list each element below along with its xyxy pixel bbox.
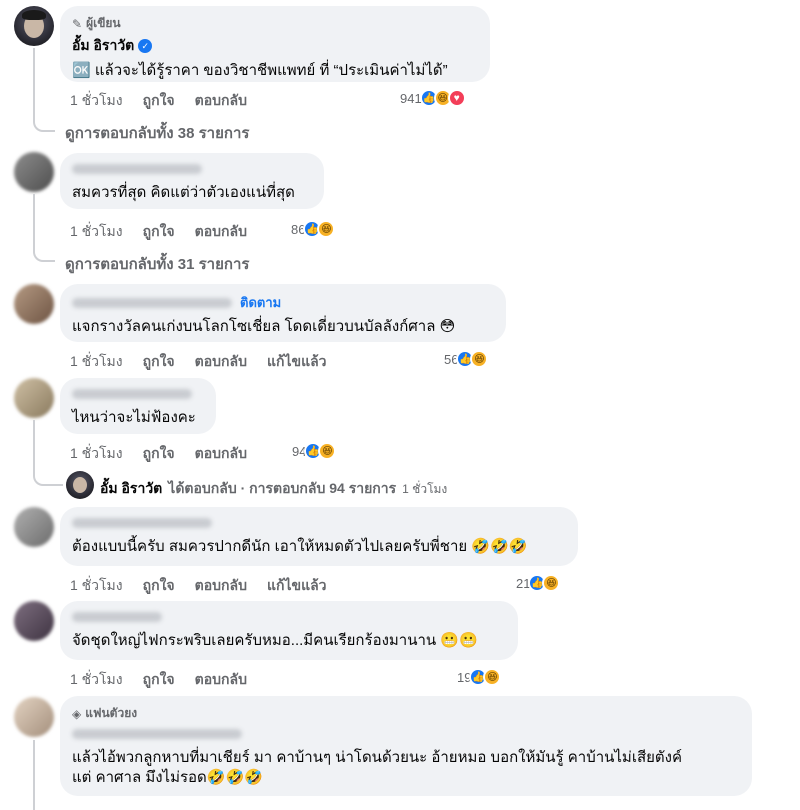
reply-button[interactable]: ตอบกลับ bbox=[195, 351, 247, 373]
avatar[interactable] bbox=[14, 284, 54, 324]
comment-bubble: ✎ ผู้เขียน อั้ม อิราวัต ✓ 🆗 แล้วจะได้รู้… bbox=[60, 6, 490, 82]
love-reaction-icon: ♥ bbox=[447, 89, 466, 107]
comment-actions: 1 ชั่วโมง ถูกใจ ตอบกลับ แก้ไขแล้ว bbox=[70, 575, 327, 597]
timestamp[interactable]: 1 ชั่วโมง bbox=[70, 221, 123, 243]
reaction-summary[interactable]: 19 👍 😆 bbox=[457, 668, 502, 686]
comment-text-line-2: แต่ คาศาล มึงไม่รอด🤣🤣🤣 bbox=[72, 769, 263, 786]
like-button[interactable]: ถูกใจ bbox=[143, 351, 175, 373]
top-fan-badge: ◈ แฟนตัวยง bbox=[72, 706, 138, 721]
reaction-summary[interactable]: 941 👍 😆 ♥ bbox=[400, 89, 466, 107]
diamond-icon: ◈ bbox=[72, 706, 82, 721]
like-button[interactable]: ถูกใจ bbox=[143, 443, 175, 465]
haha-reaction-icon: 😆 bbox=[483, 668, 502, 686]
comment-actions: 1 ชั่วโมง ถูกใจ ตอบกลับ แก้ไขแล้ว bbox=[70, 351, 327, 373]
view-replies-link[interactable]: ดูการตอบกลับทั้ง 31 รายการ bbox=[65, 252, 249, 276]
reaction-summary[interactable]: 94 👍 😆 bbox=[292, 442, 337, 460]
like-button[interactable]: ถูกใจ bbox=[143, 575, 175, 597]
reaction-summary[interactable]: 86 👍 😆 bbox=[291, 220, 336, 238]
comment-actions: 1 ชั่วโมง ถูกใจ ตอบกลับ bbox=[70, 221, 247, 243]
avatar[interactable] bbox=[14, 697, 54, 737]
reply-author-name[interactable]: อั้ม อิราวัต bbox=[100, 478, 162, 500]
author-name[interactable]: อั้ม อิราวัต bbox=[72, 35, 134, 57]
reaction-summary[interactable]: 21 👍 😆 bbox=[516, 574, 561, 592]
reply-button[interactable]: ตอบกลับ bbox=[195, 90, 247, 112]
edited-label: แก้ไขแล้ว bbox=[266, 577, 327, 593]
comment-bubble: ติดตาม แจกรางวัลคนเก่งบนโลกโซเชี่ยล โดดเ… bbox=[60, 284, 506, 342]
reply-author-avatar[interactable] bbox=[66, 471, 94, 499]
reply-button[interactable]: ตอบกลับ bbox=[195, 575, 247, 597]
like-button[interactable]: ถูกใจ bbox=[143, 90, 175, 112]
comment-bubble: จัดชุดใหญ่ไฟกระพริบเลยครับหมอ...มีคนเรีย… bbox=[60, 601, 518, 660]
author-name-blurred bbox=[72, 297, 232, 308]
comment-bubble: ไหนว่าจะไม่ฟ้องคะ bbox=[60, 378, 216, 434]
author-name-blurred bbox=[72, 612, 162, 622]
comment-text: ต้องแบบนี้ครับ สมควรปากดีนัก เอาให้หมดตั… bbox=[72, 538, 528, 555]
comment-actions: 1 ชั่วโมง ถูกใจ ตอบกลับ bbox=[70, 443, 247, 465]
author-name-blurred bbox=[72, 389, 192, 399]
thread-line bbox=[33, 48, 55, 132]
reply-button[interactable]: ตอบกลับ bbox=[195, 443, 247, 465]
comment-text: ไหนว่าจะไม่ฟ้องคะ bbox=[72, 409, 196, 426]
reply-summary-text: ได้ตอบกลับ · การตอบกลับ 94 รายการ bbox=[168, 480, 397, 496]
thread-line bbox=[33, 194, 55, 262]
reaction-summary[interactable]: 56 👍 😆 bbox=[444, 350, 489, 368]
like-button[interactable]: ถูกใจ bbox=[143, 221, 175, 243]
view-replies-link[interactable]: ดูการตอบกลับทั้ง 38 รายการ bbox=[65, 121, 249, 145]
comment-text: จัดชุดใหญ่ไฟกระพริบเลยครับหมอ...มีคนเรีย… bbox=[72, 632, 478, 649]
reply-summary-time: 1 ชั่วโมง bbox=[402, 481, 448, 496]
haha-reaction-icon: 😆 bbox=[542, 574, 561, 592]
avatar[interactable] bbox=[14, 152, 54, 192]
timestamp[interactable]: 1 ชั่วโมง bbox=[70, 90, 123, 112]
timestamp[interactable]: 1 ชั่วโมง bbox=[70, 669, 123, 691]
verified-icon: ✓ bbox=[138, 39, 153, 53]
timestamp[interactable]: 1 ชั่วโมง bbox=[70, 575, 123, 597]
follow-button[interactable]: ติดตาม bbox=[240, 292, 281, 313]
thread-line bbox=[33, 420, 63, 486]
haha-reaction-icon: 😆 bbox=[318, 442, 337, 460]
timestamp[interactable]: 1 ชั่วโมง bbox=[70, 351, 123, 373]
author-badge: ✎ ผู้เขียน bbox=[72, 16, 121, 31]
thread-line bbox=[33, 740, 35, 810]
author-name-blurred bbox=[72, 164, 202, 174]
comment-actions: 1 ชั่วโมง ถูกใจ ตอบกลับ bbox=[70, 669, 247, 691]
comment-bubble: ต้องแบบนี้ครับ สมควรปากดีนัก เอาให้หมดตั… bbox=[60, 507, 578, 566]
like-button[interactable]: ถูกใจ bbox=[143, 669, 175, 691]
comment-actions: 1 ชั่วโมง ถูกใจ ตอบกลับ bbox=[70, 90, 247, 112]
timestamp[interactable]: 1 ชั่วโมง bbox=[70, 443, 123, 465]
comment-bubble: ◈ แฟนตัวยง แล้วไอ้พวกลูกหาบที่มาเชียร์ ม… bbox=[60, 696, 752, 796]
comment-text: แจกรางวัลคนเก่งบนโลกโซเชี่ยล โดดเดี่ยวบน… bbox=[72, 318, 456, 335]
comment-bubble: สมควรที่สุด คิดแต่ว่าตัวเองแน่ที่สุด bbox=[60, 153, 324, 209]
avatar[interactable] bbox=[14, 6, 54, 46]
reply-button[interactable]: ตอบกลับ bbox=[195, 669, 247, 691]
author-name-blurred bbox=[72, 729, 242, 739]
avatar[interactable] bbox=[14, 378, 54, 418]
avatar[interactable] bbox=[14, 601, 54, 641]
avatar[interactable] bbox=[14, 507, 54, 547]
comment-text: สมควรที่สุด คิดแต่ว่าตัวเองแน่ที่สุด bbox=[72, 184, 295, 201]
haha-reaction-icon: 😆 bbox=[317, 220, 336, 238]
reply-button[interactable]: ตอบกลับ bbox=[195, 221, 247, 243]
edited-label: แก้ไขแล้ว bbox=[266, 353, 327, 369]
author-name-blurred bbox=[72, 518, 212, 528]
reply-summary[interactable]: อั้ม อิราวัต ได้ตอบกลับ · การตอบกลับ 94 … bbox=[100, 478, 447, 500]
pencil-icon: ✎ bbox=[72, 16, 83, 31]
comment-text: 🆗 แล้วจะได้รู้ราคา ของวิชาชีพแพทย์ ที่ “… bbox=[72, 62, 448, 79]
comment-text-line-1: แล้วไอ้พวกลูกหาบที่มาเชียร์ มา คาบ้านๆ น… bbox=[72, 749, 682, 766]
haha-reaction-icon: 😆 bbox=[470, 350, 489, 368]
